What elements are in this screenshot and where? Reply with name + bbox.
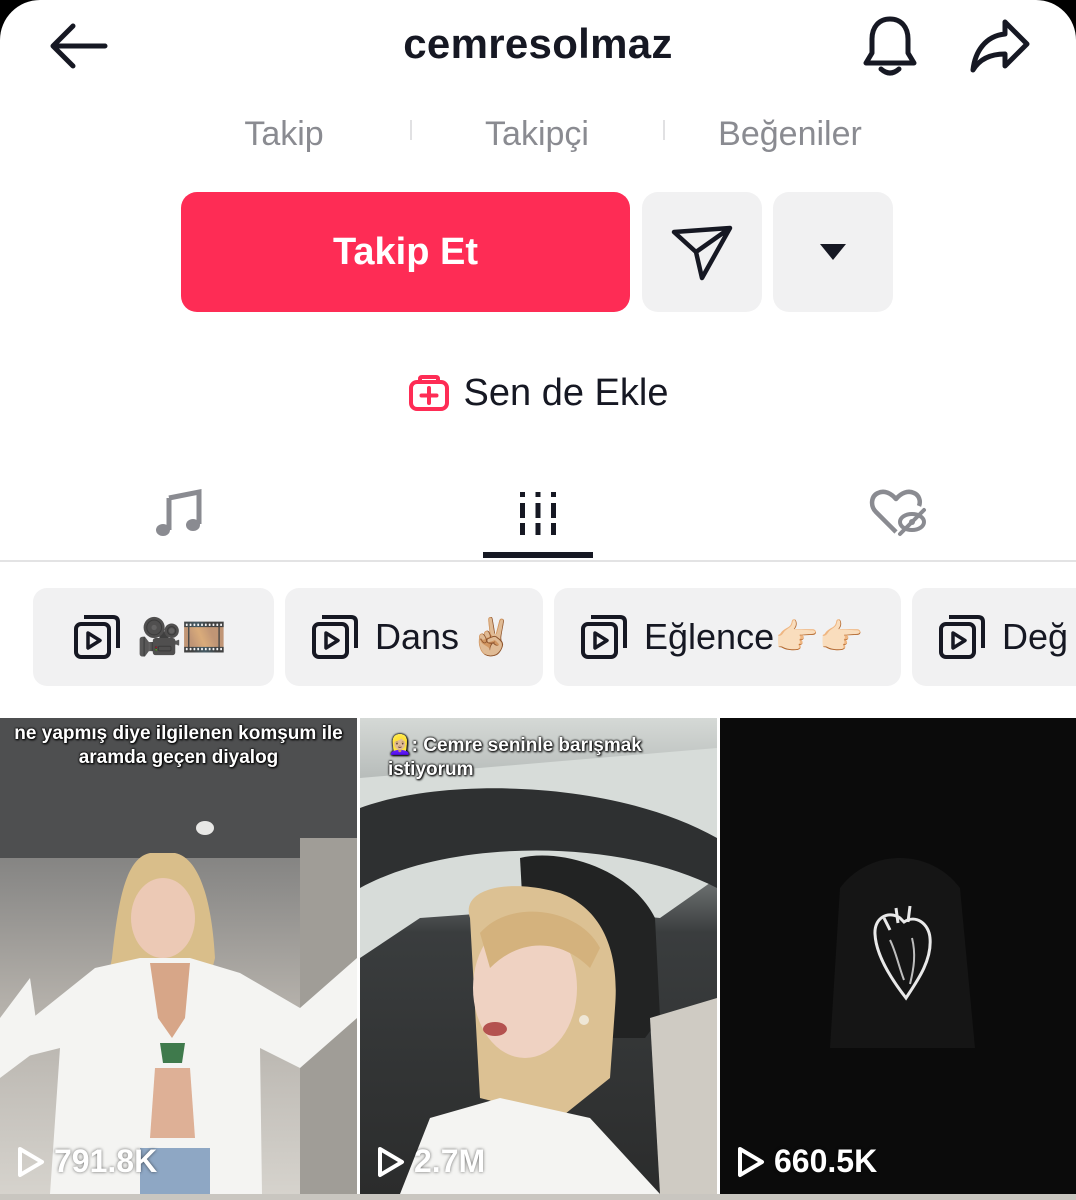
view-count-text: 660.5K bbox=[774, 1143, 878, 1179]
message-button[interactable] bbox=[642, 192, 762, 312]
play-icon bbox=[18, 1146, 44, 1177]
video-grid: ne yapmış diye ilgilenen komşum ile aram… bbox=[0, 718, 1076, 1200]
playlist-chip[interactable]: Eğlence👉🏻👉🏻 bbox=[554, 588, 901, 686]
add-collection-icon bbox=[408, 375, 449, 411]
following-stat[interactable]: Takip bbox=[164, 115, 404, 154]
playlist-icon bbox=[581, 615, 627, 659]
notification-button[interactable] bbox=[850, 12, 930, 80]
playlist-chip[interactable]: Değ bbox=[912, 588, 1076, 686]
video-caption: 👱🏼‍♀️: Cemre seninle barışmak istiyorum bbox=[388, 735, 642, 780]
send-icon bbox=[671, 225, 733, 281]
add-yours-label: Sen de Ekle bbox=[463, 371, 669, 414]
bell-icon bbox=[863, 16, 917, 76]
content-tabs bbox=[0, 468, 1076, 562]
playlist-label: Dans ✌🏼 bbox=[375, 616, 514, 657]
video-thumbnail[interactable]: 660.5K bbox=[720, 718, 1076, 1194]
video-caption: ne yapmış diye ilgilenen komşum ile aram… bbox=[14, 723, 343, 768]
video-thumbnail[interactable]: ne yapmış diye ilgilenen komşum ile aram… bbox=[0, 718, 357, 1194]
video-thumbnail[interactable]: 👱🏼‍♀️: Cemre seninle barışmak istiyorum … bbox=[360, 718, 717, 1194]
playlist-icon bbox=[939, 615, 985, 659]
playlist-label: 🎥🎞️ bbox=[137, 616, 227, 657]
view-count: 791.8K bbox=[16, 1143, 157, 1180]
thumbnail-image bbox=[720, 718, 1076, 1194]
add-yours-button[interactable]: Sen de Ekle bbox=[0, 368, 1076, 418]
active-tab-indicator bbox=[483, 552, 593, 558]
playlist-row: 🎥🎞️ Dans ✌🏼 Eğlence👉🏻👉🏻 Değ bbox=[0, 588, 1076, 688]
thumbnail-image bbox=[360, 748, 717, 1194]
tab-music[interactable] bbox=[118, 468, 238, 558]
playlist-icon bbox=[74, 615, 120, 659]
followers-stat[interactable]: Takipçi bbox=[417, 115, 657, 154]
share-arrow-icon bbox=[970, 19, 1030, 73]
music-note-icon bbox=[156, 488, 202, 536]
playlist-chip[interactable]: 🎥🎞️ bbox=[33, 588, 274, 686]
thumbnail-image bbox=[0, 718, 357, 1194]
view-count-text: 791.8K bbox=[54, 1143, 158, 1179]
top-bar: cemresolmaz bbox=[0, 0, 1076, 95]
grid-icon bbox=[520, 492, 556, 535]
stat-divider bbox=[410, 120, 412, 140]
follow-button[interactable]: Takip Et bbox=[181, 192, 630, 312]
playlist-label: Değ bbox=[1002, 616, 1069, 657]
caret-down-icon bbox=[820, 244, 846, 260]
playlist-chip[interactable]: Dans ✌🏼 bbox=[285, 588, 543, 686]
likes-stat[interactable]: Beğeniler bbox=[670, 115, 910, 154]
view-count-text: 2.7M bbox=[414, 1143, 486, 1179]
share-button[interactable] bbox=[960, 12, 1040, 80]
play-icon bbox=[738, 1146, 764, 1177]
liked-hidden-icon bbox=[869, 489, 926, 536]
playlist-icon bbox=[312, 615, 358, 659]
view-count: 2.7M bbox=[376, 1143, 485, 1180]
profile-stats: Takip Takipçi Beğeniler bbox=[160, 115, 920, 165]
next-row-peek bbox=[0, 1194, 1076, 1200]
more-options-button[interactable] bbox=[773, 192, 893, 312]
profile-screen: cemresolmaz Takip Takipçi Beğeniler Taki… bbox=[0, 0, 1076, 1200]
playlist-label: Eğlence👉🏻👉🏻 bbox=[644, 616, 864, 657]
tab-liked[interactable] bbox=[838, 468, 958, 558]
play-icon bbox=[378, 1146, 404, 1177]
view-count: 660.5K bbox=[736, 1143, 877, 1180]
stat-divider bbox=[663, 120, 665, 140]
tab-videos[interactable] bbox=[478, 468, 598, 558]
